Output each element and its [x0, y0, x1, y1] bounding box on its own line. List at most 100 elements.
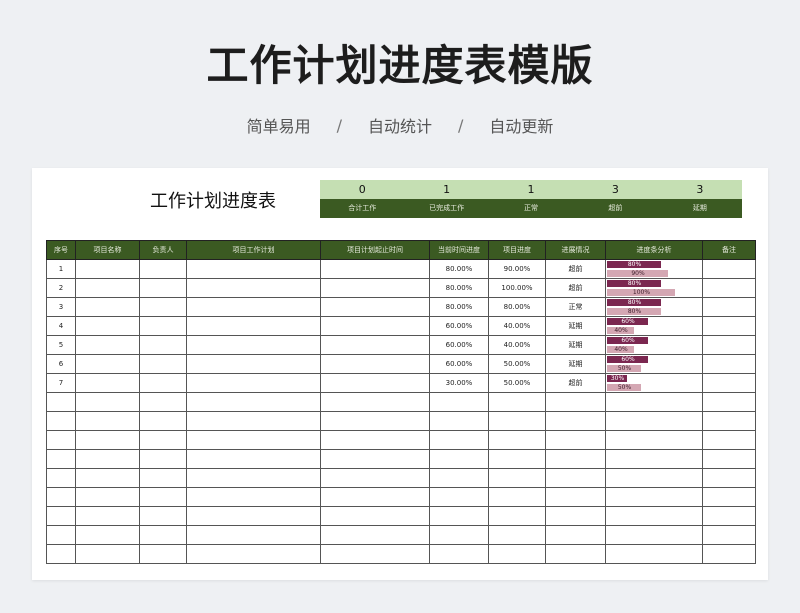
project-progress-cell[interactable]: 100.00% — [488, 278, 546, 298]
progress-bar-cell[interactable]: 60% 40% — [605, 316, 703, 336]
empty-cell[interactable] — [320, 430, 430, 450]
project-progress-cell[interactable]: 40.00% — [488, 316, 546, 336]
empty-cell[interactable] — [320, 449, 430, 469]
empty-cell[interactable] — [429, 525, 489, 545]
empty-cell[interactable] — [186, 468, 321, 488]
status-cell[interactable]: 超前 — [545, 373, 606, 393]
empty-cell[interactable] — [488, 430, 546, 450]
empty-cell[interactable] — [702, 430, 756, 450]
summary-total-label[interactable]: 合计工作 — [320, 199, 404, 218]
empty-cell[interactable] — [320, 468, 430, 488]
period-cell[interactable] — [320, 335, 430, 355]
empty-cell[interactable] — [545, 487, 606, 507]
period-cell[interactable] — [320, 316, 430, 336]
empty-cell[interactable] — [320, 525, 430, 545]
empty-cell[interactable] — [429, 392, 489, 412]
empty-cell[interactable] — [75, 411, 140, 431]
note-cell[interactable] — [702, 354, 756, 374]
progress-bar-cell[interactable]: 60% 50% — [605, 354, 703, 374]
period-cell[interactable] — [320, 259, 430, 279]
empty-cell[interactable] — [186, 506, 321, 526]
empty-cell[interactable] — [139, 525, 187, 545]
empty-cell[interactable] — [75, 392, 140, 412]
column-header[interactable]: 备注 — [702, 240, 756, 260]
summary-delayed-label[interactable]: 延期 — [658, 199, 742, 218]
empty-cell[interactable] — [488, 449, 546, 469]
progress-bar-cell[interactable]: 60% 40% — [605, 335, 703, 355]
row-number-cell[interactable]: 6 — [46, 354, 76, 374]
empty-cell[interactable] — [545, 430, 606, 450]
empty-cell[interactable] — [429, 411, 489, 431]
project-progress-cell[interactable]: 50.00% — [488, 373, 546, 393]
sheet-title[interactable]: 工作计划进度表 — [150, 187, 276, 213]
time-progress-cell[interactable]: 80.00% — [429, 259, 489, 279]
empty-cell[interactable] — [605, 506, 703, 526]
empty-cell[interactable] — [186, 430, 321, 450]
project-name-cell[interactable] — [75, 259, 140, 279]
empty-cell[interactable] — [605, 468, 703, 488]
time-progress-cell[interactable]: 30.00% — [429, 373, 489, 393]
empty-cell[interactable] — [702, 525, 756, 545]
empty-cell[interactable] — [429, 468, 489, 488]
empty-cell[interactable] — [545, 411, 606, 431]
work-plan-cell[interactable] — [186, 373, 321, 393]
empty-cell[interactable] — [429, 544, 489, 564]
empty-cell[interactable] — [488, 468, 546, 488]
status-cell[interactable]: 延期 — [545, 354, 606, 374]
empty-cell[interactable] — [75, 449, 140, 469]
empty-cell[interactable] — [75, 544, 140, 564]
empty-cell[interactable] — [75, 525, 140, 545]
column-header[interactable]: 序号 — [46, 240, 76, 260]
empty-cell[interactable] — [605, 392, 703, 412]
owner-cell[interactable] — [139, 335, 187, 355]
empty-cell[interactable] — [139, 430, 187, 450]
empty-cell[interactable] — [46, 411, 76, 431]
empty-cell[interactable] — [545, 449, 606, 469]
note-cell[interactable] — [702, 297, 756, 317]
empty-cell[interactable] — [429, 506, 489, 526]
summary-completed-label[interactable]: 已完成工作 — [404, 199, 488, 218]
owner-cell[interactable] — [139, 354, 187, 374]
note-cell[interactable] — [702, 278, 756, 298]
column-header[interactable]: 项目进度 — [488, 240, 546, 260]
empty-cell[interactable] — [139, 449, 187, 469]
column-header[interactable]: 进展情况 — [545, 240, 606, 260]
empty-cell[interactable] — [46, 544, 76, 564]
empty-cell[interactable] — [186, 487, 321, 507]
column-header[interactable]: 项目计划起止时间 — [320, 240, 430, 260]
empty-cell[interactable] — [75, 487, 140, 507]
project-progress-cell[interactable]: 80.00% — [488, 297, 546, 317]
time-progress-cell[interactable]: 80.00% — [429, 297, 489, 317]
period-cell[interactable] — [320, 297, 430, 317]
row-number-cell[interactable]: 5 — [46, 335, 76, 355]
empty-cell[interactable] — [139, 411, 187, 431]
row-number-cell[interactable]: 2 — [46, 278, 76, 298]
empty-cell[interactable] — [46, 487, 76, 507]
empty-cell[interactable] — [186, 525, 321, 545]
summary-delayed-value[interactable]: 3 — [658, 180, 742, 199]
status-cell[interactable]: 正常 — [545, 297, 606, 317]
empty-cell[interactable] — [545, 468, 606, 488]
summary-ahead-value[interactable]: 3 — [573, 180, 657, 199]
progress-bar-cell[interactable]: 80% 80% — [605, 297, 703, 317]
empty-cell[interactable] — [488, 392, 546, 412]
empty-cell[interactable] — [605, 430, 703, 450]
empty-cell[interactable] — [75, 468, 140, 488]
project-progress-cell[interactable]: 50.00% — [488, 354, 546, 374]
empty-cell[interactable] — [320, 411, 430, 431]
status-cell[interactable]: 超前 — [545, 278, 606, 298]
row-number-cell[interactable]: 4 — [46, 316, 76, 336]
empty-cell[interactable] — [605, 449, 703, 469]
empty-cell[interactable] — [545, 506, 606, 526]
empty-cell[interactable] — [702, 392, 756, 412]
summary-completed-value[interactable]: 1 — [404, 180, 488, 199]
column-header[interactable]: 项目工作计划 — [186, 240, 321, 260]
owner-cell[interactable] — [139, 278, 187, 298]
empty-cell[interactable] — [488, 544, 546, 564]
empty-cell[interactable] — [320, 392, 430, 412]
empty-cell[interactable] — [139, 392, 187, 412]
column-header[interactable]: 当前时间进度 — [429, 240, 489, 260]
empty-cell[interactable] — [605, 525, 703, 545]
status-cell[interactable]: 延期 — [545, 335, 606, 355]
empty-cell[interactable] — [488, 411, 546, 431]
